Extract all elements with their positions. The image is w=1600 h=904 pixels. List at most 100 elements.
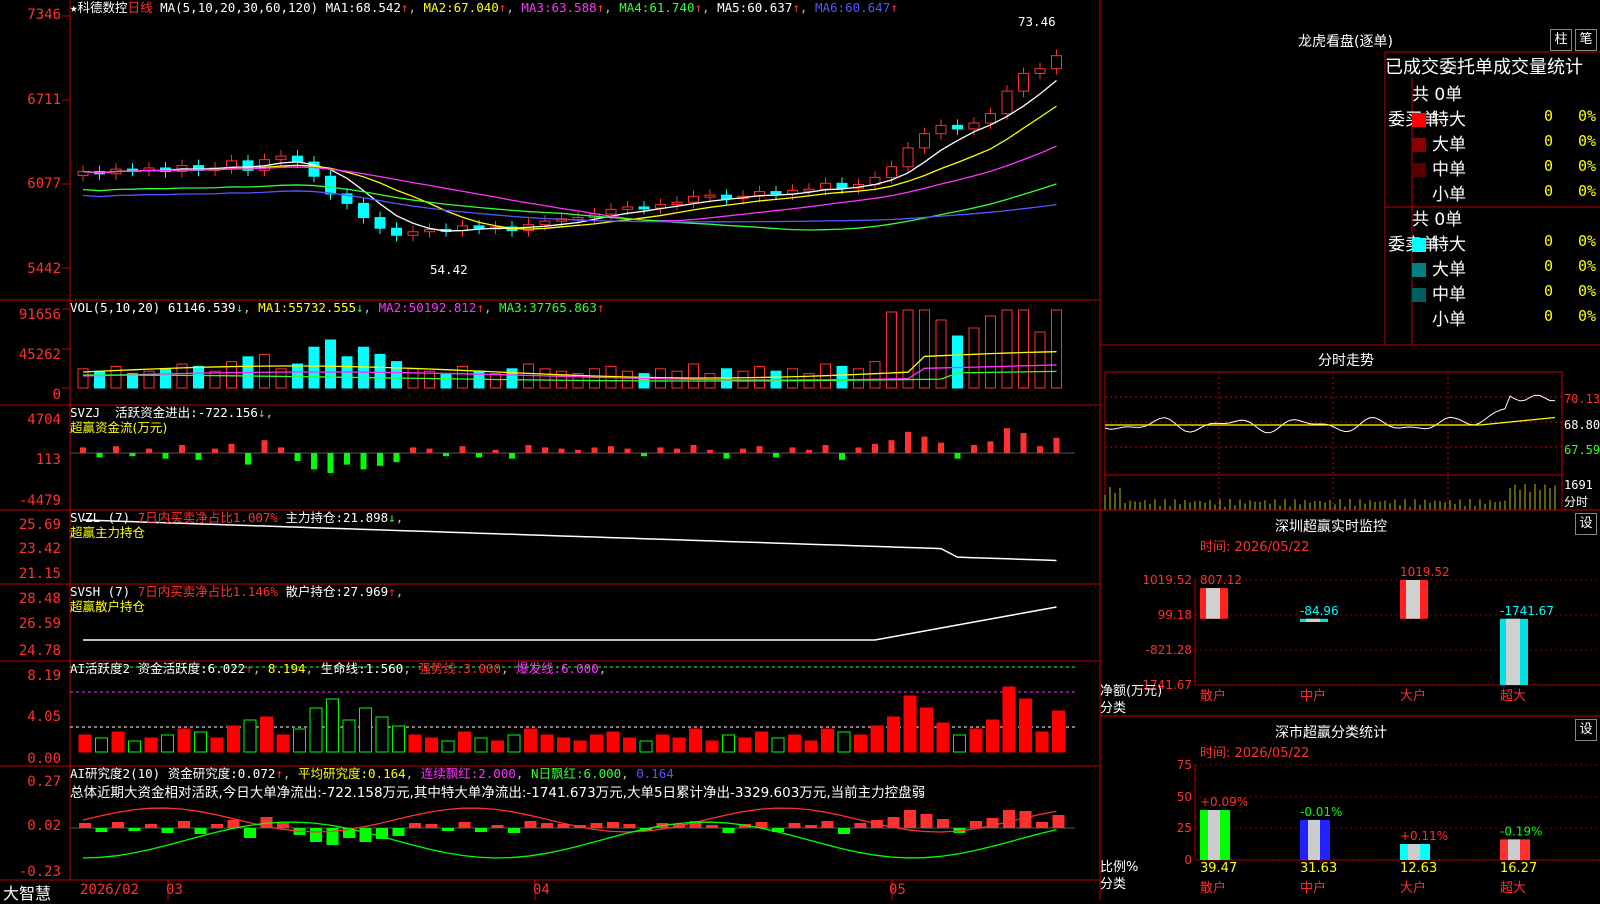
price-axis-2: 6077 (27, 176, 61, 192)
ai-active-bar (243, 719, 257, 753)
svzj-bar (278, 447, 284, 453)
ai-active-bar (276, 734, 290, 753)
ai-active-bar (903, 695, 917, 753)
ai-research-bar (244, 828, 256, 838)
svzj-bar (212, 448, 218, 453)
ai-burst-label: 爆发线: (516, 661, 562, 676)
ai-active-bar (540, 734, 554, 753)
sell-l-p: 0% (1578, 257, 1597, 275)
sell-xl-n: 0 (1544, 232, 1554, 250)
vol-axis-2: 0 (52, 387, 61, 403)
svzj-bar (806, 449, 812, 453)
ai-research-bar (475, 828, 487, 832)
svsh-header: SVSH (7) 7日内买卖净占比1.146% 散户持仓:27.969↑, (70, 584, 404, 599)
low-price-label: 54.42 (430, 262, 468, 277)
ai-research-bar (706, 825, 718, 828)
svsh-value: 27.969 (343, 584, 389, 599)
svzj-bar (294, 453, 301, 461)
buy-xl-n: 0 (1544, 107, 1554, 125)
ai-research-bar (458, 822, 471, 828)
ai-research-bar (508, 828, 520, 833)
svzj-bar (443, 453, 449, 457)
svzj-bar (855, 447, 862, 453)
lhb-head: 已成交委托单成交量统计 (1385, 57, 1583, 78)
vol-bar (787, 368, 798, 389)
svzj-bar (1020, 433, 1027, 453)
ai-active-value: 6.022 (207, 661, 246, 676)
vol-ma1-label: MA1: (258, 300, 289, 315)
ai-research-bar (194, 828, 207, 834)
svzj-bar (492, 449, 499, 453)
ai-research-bar (227, 820, 240, 828)
vol-bar (1001, 309, 1013, 389)
ai-active-bar (144, 737, 158, 753)
candle-body (1018, 72, 1029, 92)
ma1-value: 68.542 (355, 0, 401, 15)
svzj-axis-1: 113 (35, 452, 61, 468)
vol-ma2-value: 50192.812 (408, 300, 477, 315)
ai-avg-label: 平均研究度: (297, 766, 369, 781)
ai-research-bar (541, 823, 553, 828)
tick-view-button[interactable]: 笔 (1575, 29, 1597, 51)
ai-research-extra: 0.164 (636, 766, 674, 781)
ai-active-axis-1: 4.05 (27, 709, 61, 725)
sell-total: 共 0单 (1412, 210, 1463, 230)
ai-active-bar (689, 728, 702, 753)
svzj-bar (954, 453, 961, 459)
ai-research-bar (904, 810, 916, 828)
candle-body (836, 182, 848, 189)
ai-active-bar (722, 734, 735, 753)
vol-bar (94, 370, 105, 389)
svzj-bar (245, 453, 251, 465)
ai-active-v2: 8.194 (267, 661, 306, 676)
ai-active-bar (606, 731, 620, 753)
ai-active-bar (936, 722, 950, 753)
ai-avg-value: 0.164 (368, 766, 406, 781)
vol-bar (919, 309, 930, 389)
ai-active-bar (260, 716, 273, 753)
candle-body (902, 147, 914, 168)
vol-bar (688, 363, 699, 389)
buy-m-n: 0 (1544, 157, 1554, 175)
svzj-label: 活跃资金进出: (115, 405, 198, 420)
vol-bar (985, 315, 996, 389)
svzj-bar (344, 453, 350, 465)
ai-research-bar (178, 821, 190, 828)
candle-body (1034, 68, 1046, 74)
ai-research-bar (277, 823, 289, 828)
ai-research-bar (128, 828, 141, 831)
svsh-name: SVSH (7) (70, 584, 131, 599)
svzl-value: 21.898 (343, 510, 389, 525)
vol-bar (259, 353, 270, 389)
svzl-line (82, 519, 1057, 562)
buy-row-m: 中单 (1412, 155, 1466, 180)
ai-active-bar (1035, 731, 1049, 753)
ma2-label: MA2: (423, 0, 454, 15)
ai-active-bar (837, 731, 851, 753)
bar-view-button[interactable]: 柱 (1550, 29, 1572, 51)
sell-row-m: 中单 (1412, 280, 1466, 305)
classify-settings-button[interactable]: 设 (1575, 719, 1597, 741)
vol-bar (374, 353, 386, 389)
vol-bar (968, 327, 980, 389)
sell-m-n: 0 (1544, 282, 1554, 300)
svzj-bar (558, 448, 565, 453)
ai-research-bar (161, 828, 174, 833)
intraday-axis-0: 70.13 (1564, 392, 1600, 406)
svzj-bar (591, 447, 598, 453)
ai-research-axis-2: -0.23 (18, 864, 61, 880)
buy-s-n: 0 (1544, 182, 1554, 200)
svzj-bar (80, 447, 86, 453)
monitor-settings-button[interactable]: 设 (1575, 513, 1597, 535)
ai-active-bar (557, 737, 570, 753)
ai-life-value: 1.560 (365, 661, 404, 676)
ai-research-bar (145, 824, 157, 828)
ma3-value: 63.588 (551, 0, 597, 15)
vol-bar (308, 346, 320, 389)
svzj-bar (1053, 437, 1060, 453)
ai-research-bar (722, 828, 735, 833)
sell-xl-p: 0% (1578, 232, 1597, 250)
candle-body (622, 206, 633, 210)
period-label[interactable]: 日线 (128, 0, 153, 15)
svzl-ratio: 7日内买卖净占比1.007% (137, 510, 278, 525)
